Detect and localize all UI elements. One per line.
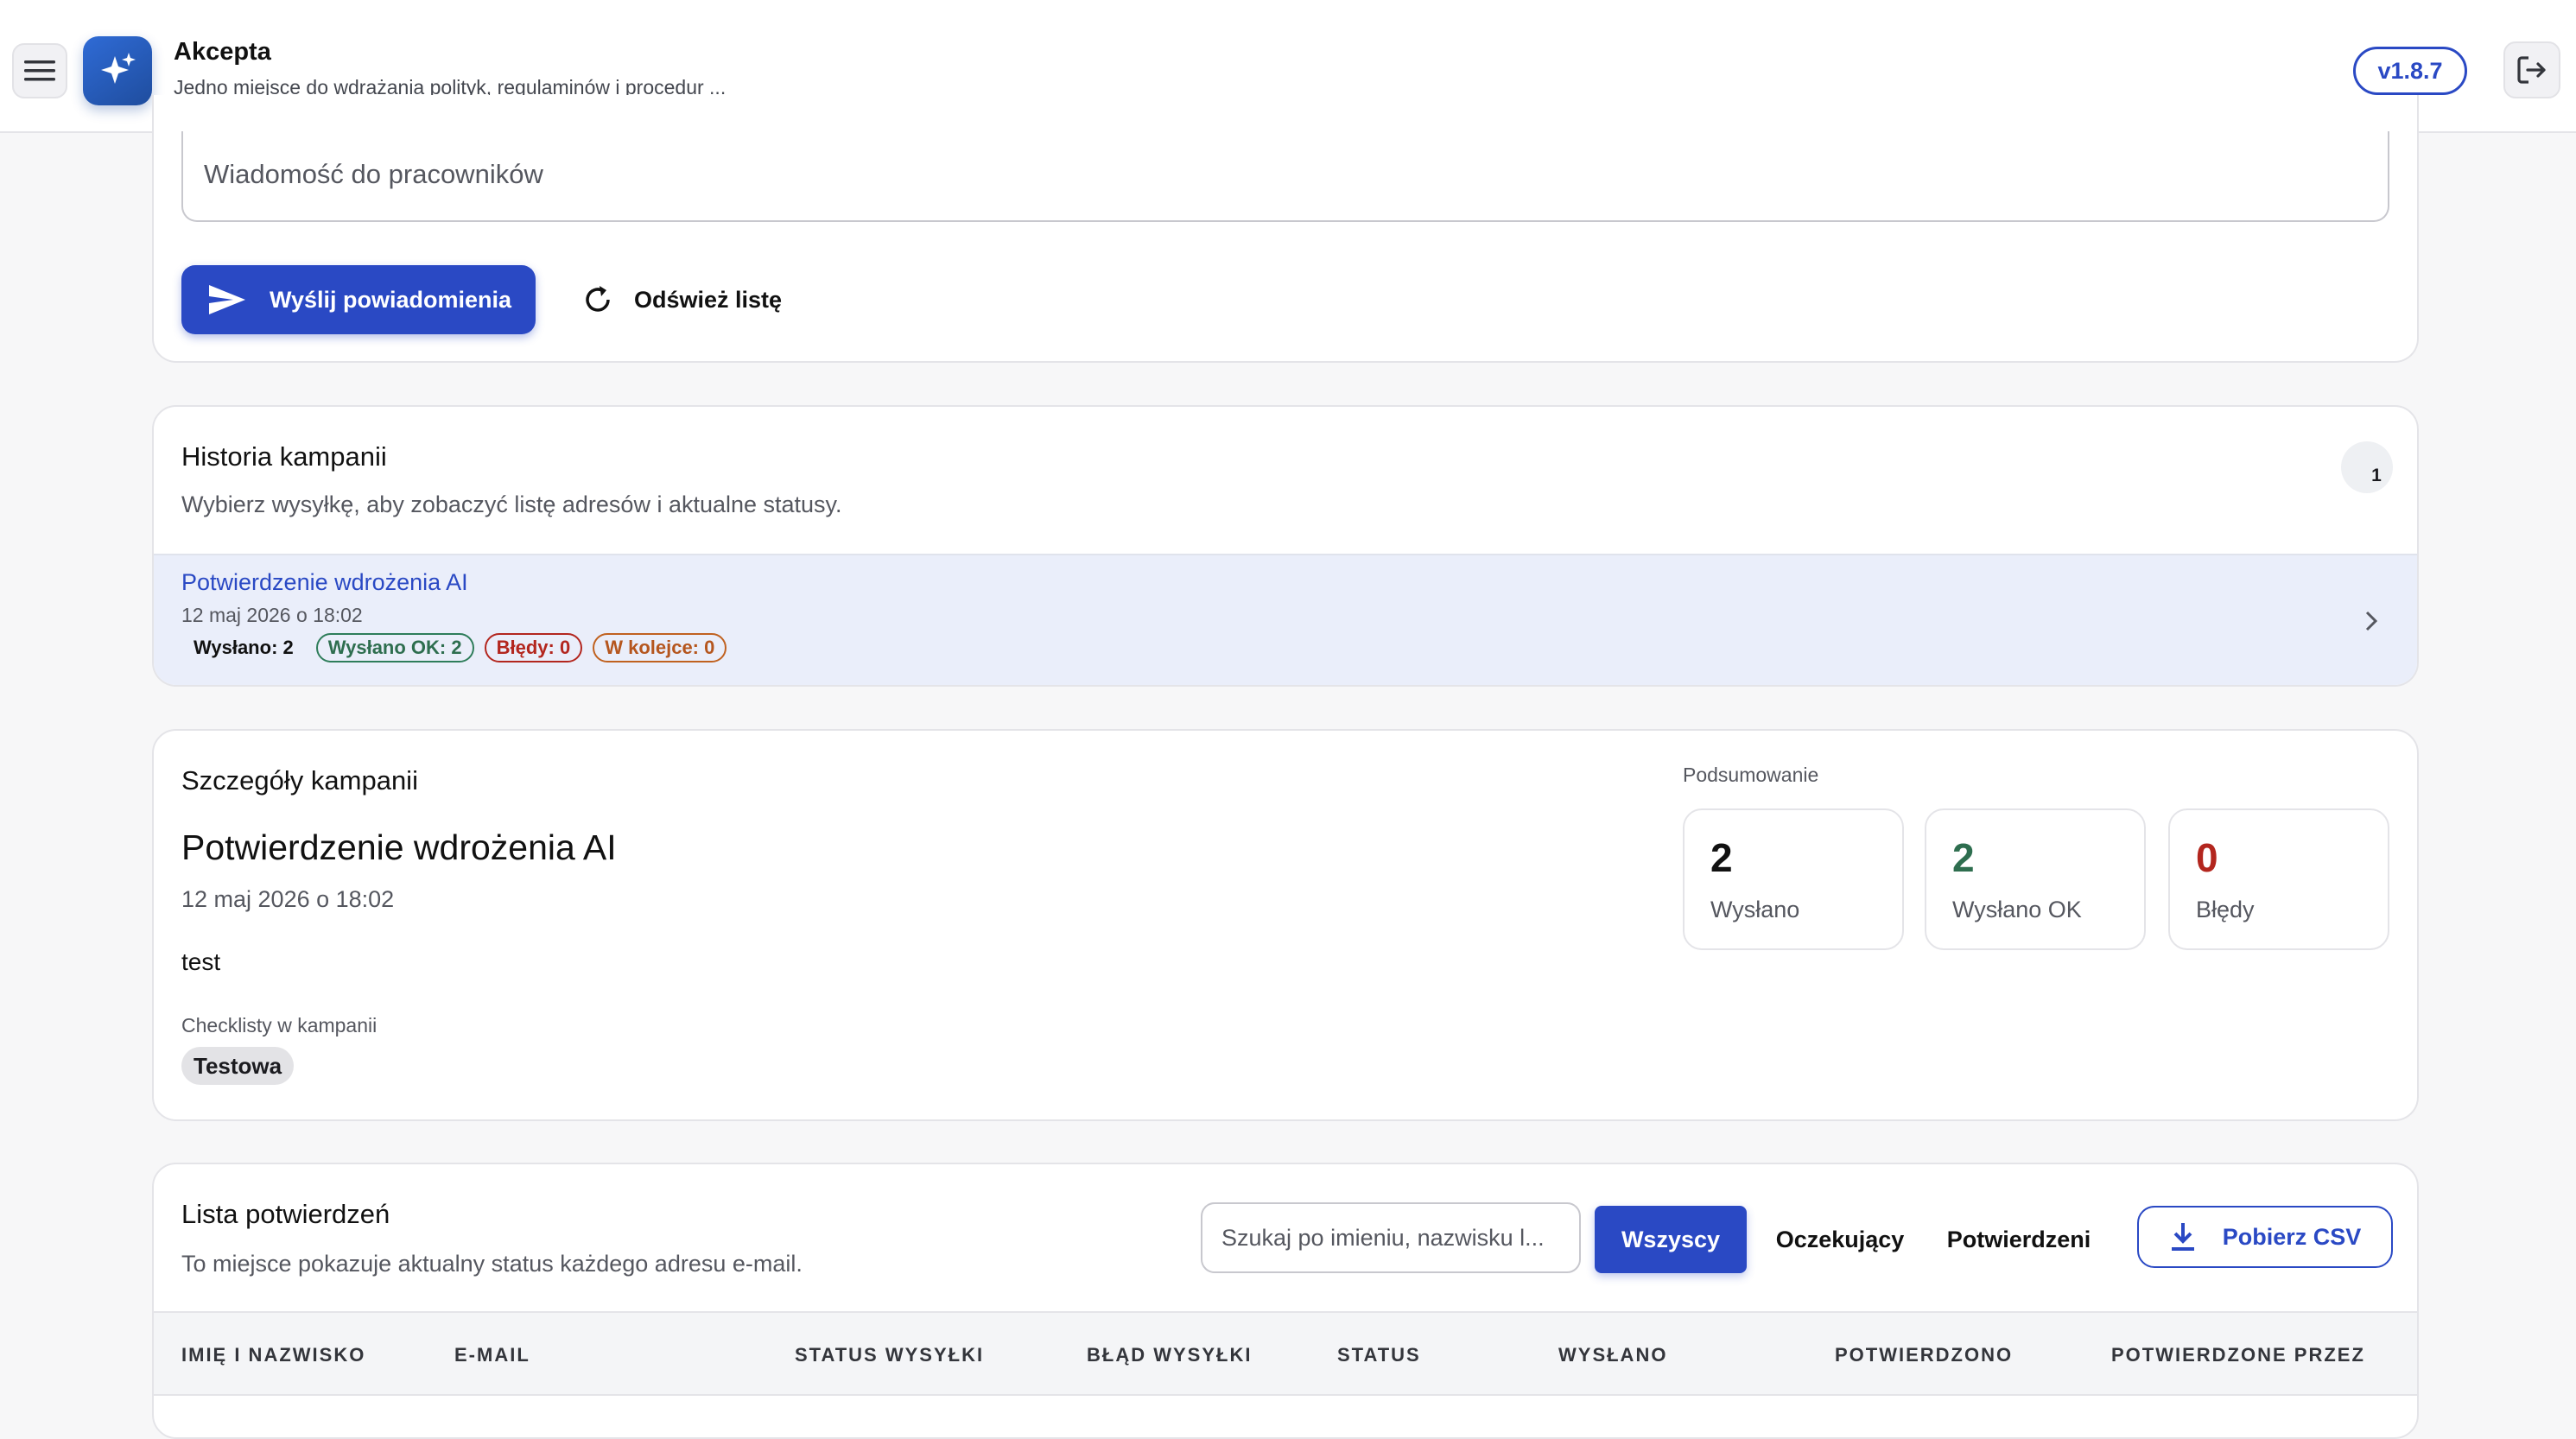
column-header[interactable]: IMIĘ I NAZWISKO (181, 1344, 365, 1366)
filter-confirmed-button[interactable]: Potwierdzeni (1937, 1206, 2101, 1273)
sparkle-icon (101, 53, 136, 84)
send-icon (209, 285, 245, 314)
column-header[interactable]: STATUS (1337, 1344, 1421, 1366)
version-badge[interactable]: v1.8.7 (2353, 47, 2467, 95)
download-csv-button[interactable]: Pobierz CSV (2137, 1206, 2393, 1268)
stat-value: 2 (1952, 835, 1975, 880)
search-input[interactable]: Szukaj po imieniu, nazwisku l... (1201, 1202, 1581, 1273)
campaign-message: test (181, 948, 221, 975)
sent-chip: Wysłano: 2 (194, 637, 294, 658)
column-header[interactable]: E-MAIL (454, 1344, 530, 1366)
menu-icon (24, 60, 55, 81)
refresh-list-button[interactable]: Odśwież listę (581, 265, 782, 334)
stat-sent: 2 Wysłano (1683, 808, 1904, 950)
queued-chip: W kolejce: 0 (593, 633, 727, 662)
send-notifications-button[interactable]: Wyślij powiadomienia (181, 265, 536, 334)
campaign-history-card: Historia kampanii Wybierz wysyłkę, aby z… (152, 405, 2419, 687)
errors-chip: Błędy: 0 (484, 633, 583, 662)
column-header[interactable]: POTWIERDZONE PRZEZ (2111, 1344, 2365, 1366)
confirmations-subtitle: To miejsce pokazuje aktualny status każd… (181, 1251, 803, 1277)
table-header: IMIĘ I NAZWISKO E-MAIL STATUS WYSYŁKI BŁ… (154, 1311, 2417, 1396)
stat-label: Wysłano OK (1952, 897, 2082, 922)
compose-card: Wiadomość do pracowników Wyślij powiadom… (152, 95, 2419, 363)
checklist-tag: Testowa (181, 1047, 295, 1085)
campaign-list-item[interactable]: Potwierdzenie wdrożenia AI 12 maj 2026 o… (154, 554, 2417, 685)
csv-label: Pobierz CSV (2222, 1223, 2362, 1250)
chevron-right-icon (2365, 611, 2378, 631)
stat-value: 0 (2196, 835, 2218, 880)
stat-label: Wysłano (1710, 897, 1800, 922)
history-subtitle: Wybierz wysyłkę, aby zobaczyć listę adre… (181, 491, 842, 517)
column-header[interactable]: POTWIERDZONO (1835, 1344, 2013, 1366)
stat-label: Błędy (2196, 897, 2255, 922)
refresh-label: Odśwież listę (634, 286, 783, 313)
confirmations-title: Lista potwierdzeń (181, 1199, 390, 1229)
refresh-icon (586, 286, 610, 312)
column-header[interactable]: BŁĄD WYSYŁKI (1087, 1344, 1252, 1366)
campaign-item-date: 12 maj 2026 o 18:02 (181, 604, 363, 626)
send-label: Wyślij powiadomienia (270, 286, 512, 313)
logout-icon (2517, 56, 2546, 84)
history-title: Historia kampanii (181, 441, 387, 472)
summary-label: Podsumowanie (1683, 764, 1819, 786)
logout-button[interactable] (2503, 41, 2560, 98)
column-header[interactable]: STATUS WYSYŁKI (795, 1344, 984, 1366)
details-title: Szczegóły kampanii (181, 765, 418, 796)
filter-pending-button[interactable]: Oczekujący (1764, 1206, 1916, 1273)
menu-button[interactable] (12, 43, 67, 98)
checklists-label: Checklisty w kampanii (181, 1014, 378, 1036)
stat-errors: 0 Błędy (2168, 808, 2389, 950)
stat-sent-ok: 2 Wysłano OK (1925, 808, 2146, 950)
campaign-date: 12 maj 2026 o 18:02 (181, 886, 395, 912)
stat-value: 2 (1710, 835, 1733, 880)
campaign-details-card: Szczegóły kampanii Potwierdzenie wdrożen… (152, 729, 2419, 1121)
app-title: Akcepta (174, 38, 271, 66)
campaign-item-title: Potwierdzenie wdrożenia AI (181, 569, 468, 595)
filter-all-button[interactable]: Wszyscy (1595, 1206, 1747, 1273)
confirmations-card: Lista potwierdzeń To miejsce pokazuje ak… (152, 1163, 2419, 1439)
campaign-status-chips: Wysłano: 2 Wysłano OK: 2 Błędy: 0 W kole… (181, 633, 727, 662)
campaign-name: Potwierdzenie wdrożenia AI (181, 827, 617, 867)
download-icon (2171, 1223, 2194, 1251)
campaign-count-badge: 1 (2341, 441, 2393, 493)
message-input[interactable]: Wiadomość do pracowników (181, 131, 2389, 222)
app-logo (83, 36, 152, 105)
sent-ok-chip: Wysłano OK: 2 (315, 633, 474, 662)
column-header[interactable]: WYSŁANO (1558, 1344, 1667, 1366)
